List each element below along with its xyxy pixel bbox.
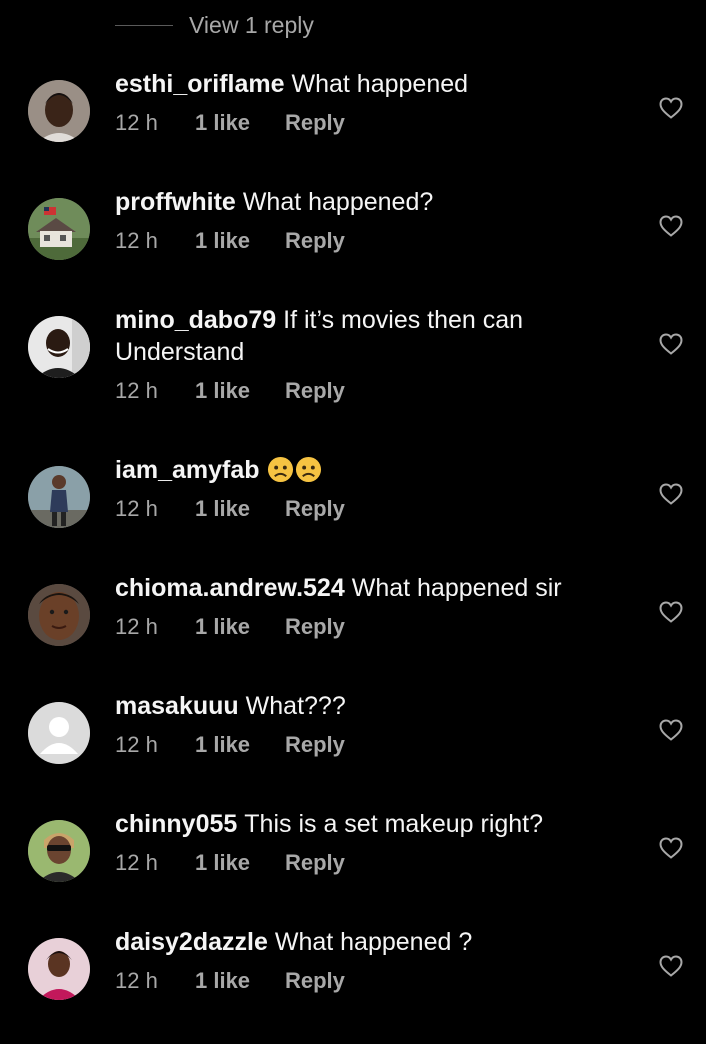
heart-icon[interactable] xyxy=(659,97,683,119)
comment-time: 12 h xyxy=(115,614,158,639)
comment-likes[interactable]: 1 like xyxy=(195,378,285,404)
worried-face-emoji xyxy=(295,456,321,483)
heart-icon[interactable] xyxy=(659,601,683,623)
avatar[interactable] xyxy=(28,80,90,142)
avatar[interactable] xyxy=(28,584,90,646)
comment-time: 12 h xyxy=(115,228,158,253)
reply-button[interactable]: Reply xyxy=(285,968,345,994)
reply-button[interactable]: Reply xyxy=(285,110,345,136)
heart-icon[interactable] xyxy=(659,719,683,741)
comment-username[interactable]: daisy2dazzle xyxy=(115,928,268,956)
heart-icon[interactable] xyxy=(659,215,683,237)
comment-username[interactable]: chinny055 xyxy=(115,810,237,838)
avatar[interactable] xyxy=(28,938,90,1000)
comment-likes[interactable]: 1 like xyxy=(195,614,285,640)
view-replies-label: View 1 reply xyxy=(189,11,314,38)
reply-button[interactable]: Reply xyxy=(285,850,345,876)
comment-time: 12 h xyxy=(115,968,158,993)
comment-username[interactable]: mino_dabo79 xyxy=(115,306,276,334)
comment-username[interactable]: chioma.andrew.524 xyxy=(115,574,345,602)
heart-icon[interactable] xyxy=(659,955,683,977)
reply-button[interactable]: Reply xyxy=(285,496,345,522)
comment-time: 12 h xyxy=(115,496,158,521)
comment-text: What happened? xyxy=(242,188,434,216)
comment-username[interactable]: masakuuu xyxy=(115,692,239,720)
comment-likes[interactable]: 1 like xyxy=(195,110,285,136)
heart-icon[interactable] xyxy=(659,483,683,505)
avatar[interactable] xyxy=(28,702,90,764)
heart-icon[interactable] xyxy=(659,837,683,859)
comment-text: What happened sir xyxy=(351,574,562,602)
reply-button[interactable]: Reply xyxy=(285,228,345,254)
heart-icon[interactable] xyxy=(659,333,683,355)
comment-text: This is a set makeup right? xyxy=(244,810,544,838)
comment-username[interactable]: iam_amyfab xyxy=(115,456,260,484)
comment-text: What happened ? xyxy=(274,928,473,956)
thread-line xyxy=(115,24,173,26)
comment-username[interactable]: proffwhite xyxy=(115,188,236,216)
comment-likes[interactable]: 1 like xyxy=(195,968,285,994)
comment-time: 12 h xyxy=(115,732,158,757)
avatar[interactable] xyxy=(28,820,90,882)
comment-text: What??? xyxy=(245,692,346,720)
worried-face-emoji xyxy=(267,456,293,483)
comment-likes[interactable]: 1 like xyxy=(195,228,285,254)
reply-button[interactable]: Reply xyxy=(285,378,345,404)
avatar[interactable] xyxy=(28,466,90,528)
view-replies-button[interactable]: View 1 reply xyxy=(115,8,314,42)
comment-username[interactable]: esthi_oriflame xyxy=(115,70,285,98)
comment-likes[interactable]: 1 like xyxy=(195,850,285,876)
comment-time: 12 h xyxy=(115,110,158,135)
avatar[interactable] xyxy=(28,316,90,378)
comment-time: 12 h xyxy=(115,378,158,403)
avatar[interactable] xyxy=(28,198,90,260)
comment-text: What happened xyxy=(291,70,469,98)
comment-likes[interactable]: 1 like xyxy=(195,496,285,522)
comment-likes[interactable]: 1 like xyxy=(195,732,285,758)
reply-button[interactable]: Reply xyxy=(285,732,345,758)
comment-time: 12 h xyxy=(115,850,158,875)
reply-button[interactable]: Reply xyxy=(285,614,345,640)
